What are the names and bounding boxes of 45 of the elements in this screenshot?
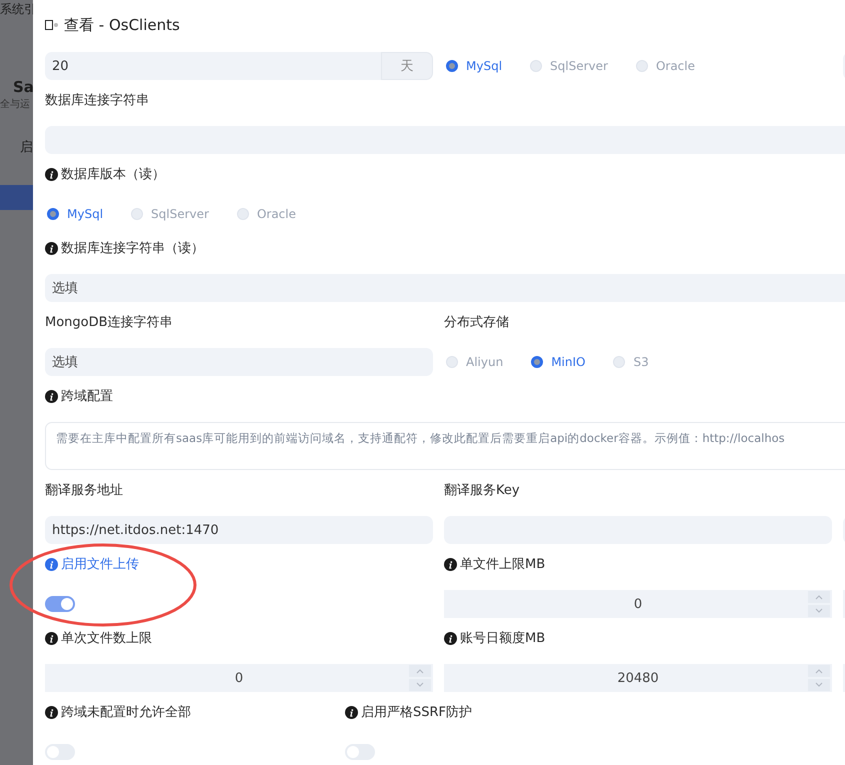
text-field[interactable]: 选填 [45, 348, 433, 376]
backdrop-text: 全与运 [0, 98, 30, 111]
up-chevron-icon[interactable] [808, 665, 830, 677]
text-field[interactable]: 选填 [45, 274, 845, 302]
text-area[interactable]: 需要在主库中配置所有saas库可能用到的前端访问域名，支持通配符，修改此配置后需要重启api的docker容器。示例值：http://localhos [45, 422, 845, 470]
radio-option[interactable]: Aliyun [446, 355, 504, 369]
up-chevron-icon[interactable] [409, 665, 431, 677]
field-label: 数据库版本（读） [61, 166, 165, 183]
radio-option[interactable]: SqlServer [131, 207, 209, 221]
radio-option[interactable]: MySql [47, 207, 104, 221]
radio-option[interactable]: S3 [613, 355, 649, 369]
radio-option[interactable]: Oracle [636, 59, 695, 73]
number-field[interactable]: 20480 [444, 664, 832, 692]
field-label: 翻译服务地址 [45, 482, 124, 499]
down-chevron-icon[interactable] [409, 679, 431, 691]
toggle-switch[interactable] [45, 596, 75, 612]
field-label: 跨域未配置时允许全部 [61, 704, 191, 721]
field-label: 翻译服务Key [444, 482, 521, 499]
days-field[interactable]: 20 [45, 52, 381, 80]
field-label: 启用文件上传 [61, 556, 139, 573]
field-label: 数据库连接字符串（读） [61, 240, 204, 257]
radio-option[interactable]: MySql [446, 59, 502, 73]
field-label: 分布式存储 [444, 314, 510, 331]
text-field[interactable]: https://net.itdos.net:1470 [45, 516, 433, 544]
radio-option[interactable]: SqlServer [530, 59, 608, 73]
modal-title: 查看 - OsClients [64, 16, 180, 34]
up-chevron-icon[interactable] [808, 591, 830, 603]
radio-option[interactable]: Oracle [236, 207, 296, 221]
field-label: 数据库连接字符串 [45, 92, 150, 109]
down-chevron-icon[interactable] [808, 679, 830, 691]
number-field[interactable]: 0 [444, 590, 832, 618]
number-field[interactable]: 0 [45, 664, 433, 692]
backdrop-text: Sa [13, 78, 33, 96]
unit-addon: 天 [381, 52, 433, 80]
down-chevron-icon[interactable] [808, 605, 830, 617]
backdrop-text: 启 [20, 139, 33, 156]
field-label: 单次文件数上限 [61, 630, 152, 647]
field-label: 跨域配置 [61, 388, 113, 405]
field-label: 启用严格SSRF防护 [361, 704, 472, 721]
field-label: MongoDB连接字符串 [45, 314, 174, 331]
field-label: 单文件上限MB [460, 556, 546, 573]
field-label: 账号日额度MB [460, 630, 546, 647]
backdrop-bar [0, 185, 33, 210]
radio-option[interactable]: MinIO [531, 355, 586, 369]
window-icon [45, 19, 59, 31]
